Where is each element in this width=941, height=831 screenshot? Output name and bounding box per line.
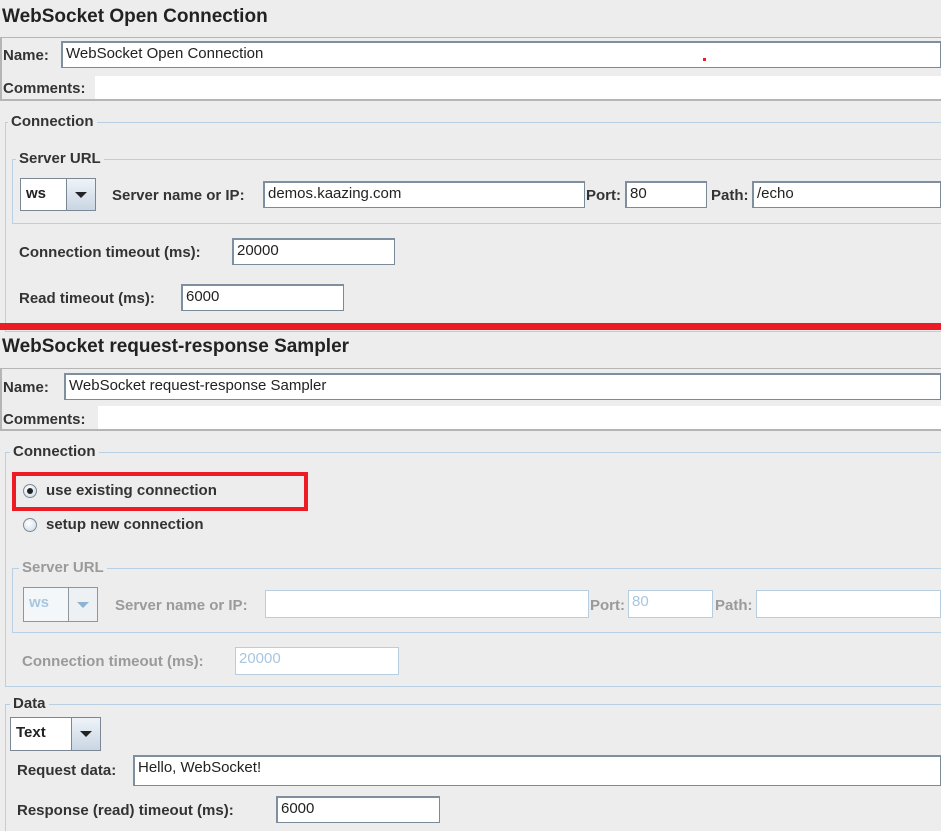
port-label-2: Port: (590, 597, 625, 614)
path-label: Path: (711, 187, 749, 204)
protocol-select[interactable]: ws (20, 178, 96, 211)
highlight-box-annotation (12, 472, 308, 511)
path-input[interactable]: /echo (752, 181, 941, 208)
name-panel-left-border (0, 38, 2, 100)
radio-setup-new-label[interactable]: setup new connection (46, 516, 204, 533)
response-timeout-label: Response (read) timeout (ms): (17, 802, 234, 819)
comments2-bottom-border (0, 429, 941, 431)
request-data-label: Request data: (17, 762, 117, 779)
port-label: Port: (586, 187, 621, 204)
data-type-dropdown-button[interactable] (72, 718, 100, 750)
request-response-title: WebSocket request-response Sampler (2, 336, 350, 357)
name-panel2-left-border (0, 369, 2, 431)
protocol-dropdown-button-2[interactable] (69, 588, 97, 621)
name-label-2: Name: (3, 379, 49, 396)
server-url-legend: Server URL (16, 150, 104, 167)
connection-legend: Connection (8, 113, 97, 130)
connection-timeout-label-2: Connection timeout (ms): (22, 653, 204, 670)
name-panel2-top-border (0, 368, 941, 369)
radio-setup-new[interactable] (23, 518, 37, 532)
red-separator-annotation (0, 323, 941, 330)
protocol-value: ws (21, 179, 67, 210)
comments-input-2[interactable] (98, 406, 941, 430)
server-url-legend-2: Server URL (19, 559, 107, 576)
connection-timeout-label: Connection timeout (ms): (19, 244, 201, 261)
server-name-input[interactable]: demos.kaazing.com (263, 181, 585, 208)
connection-timeout-input-2[interactable]: 20000 (235, 647, 399, 675)
read-timeout-input[interactable]: 6000 (181, 284, 344, 311)
response-timeout-input[interactable]: 6000 (276, 796, 440, 823)
data-type-select[interactable]: Text (10, 717, 101, 751)
comments-bottom-border (0, 99, 941, 101)
comments-label: Comments: (3, 80, 86, 97)
port-input-2[interactable]: 80 (628, 590, 713, 618)
server-name-label: Server name or IP: (112, 187, 245, 204)
server-name-input-2[interactable] (265, 590, 589, 618)
connection-legend-2: Connection (10, 443, 99, 460)
name-label: Name: (3, 47, 49, 64)
chevron-down-icon (80, 731, 92, 737)
comments-label-2: Comments: (3, 411, 86, 428)
comments-input[interactable] (95, 76, 941, 99)
data-type-value: Text (11, 718, 72, 750)
connection-timeout-input[interactable]: 20000 (232, 238, 395, 265)
protocol-value-2: ws (24, 588, 69, 621)
name-input-2[interactable]: WebSocket request-response Sampler (64, 373, 941, 400)
data-legend: Data (10, 695, 49, 712)
server-name-label-2: Server name or IP: (115, 597, 248, 614)
request-data-input[interactable]: Hello, WebSocket! (133, 755, 941, 786)
chevron-down-icon (77, 601, 89, 608)
name-panel-top-border (0, 37, 941, 38)
red-dot-marker (703, 58, 706, 61)
protocol-dropdown-button[interactable] (67, 179, 95, 210)
path-input-2[interactable] (756, 590, 941, 618)
open-connection-title: WebSocket Open Connection (2, 6, 268, 27)
protocol-select-2[interactable]: ws (23, 587, 98, 622)
port-input[interactable]: 80 (625, 181, 707, 208)
chevron-down-icon (75, 191, 87, 198)
name-input[interactable]: WebSocket Open Connection (61, 41, 941, 68)
path-label-2: Path: (715, 597, 753, 614)
read-timeout-label: Read timeout (ms): (19, 290, 155, 307)
